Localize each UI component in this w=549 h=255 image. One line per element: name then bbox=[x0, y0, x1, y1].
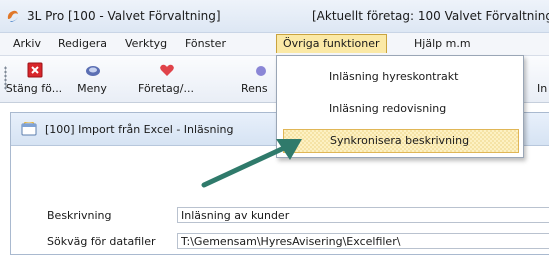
menu-fonster[interactable]: Fönster bbox=[185, 37, 226, 50]
menu-button[interactable]: Meny bbox=[62, 60, 122, 100]
close-form-button[interactable]: Stäng fö... bbox=[4, 60, 64, 100]
clean-icon bbox=[256, 66, 266, 76]
current-company: [Aktuellt företag: 100 Valvet Förvaltnin… bbox=[312, 9, 549, 23]
menu-item-label: Inläsning hyreskontrakt bbox=[329, 70, 459, 83]
menu-bar: Arkiv Redigera Verktyg Fönster Övriga fu… bbox=[0, 33, 549, 56]
menu-item-label: Inläsning redovisning bbox=[329, 102, 447, 115]
import-window-title: [100] Import från Excel - Inläsning bbox=[45, 123, 234, 136]
clean-button[interactable]: Rens bbox=[232, 60, 276, 100]
company-button-label: Företag/... bbox=[138, 82, 194, 95]
menu-item-inlasning-redovisning[interactable]: Inläsning redovisning bbox=[283, 98, 517, 120]
close-icon bbox=[27, 62, 43, 78]
menu-hjalp[interactable]: Hjälp m.m bbox=[414, 37, 471, 50]
description-field[interactable] bbox=[177, 207, 549, 223]
datafile-path-label: Sökväg för datafiler bbox=[47, 235, 156, 248]
description-label: Beskrivning bbox=[47, 209, 112, 222]
clean-button-label: Rens bbox=[241, 82, 268, 95]
window-title: 3L Pro [100 - Valvet Förvaltning] bbox=[27, 9, 221, 23]
app-logo-icon bbox=[7, 10, 18, 22]
ovriga-funktioner-dropdown: Inläsning hyreskontrakt Inläsning redovi… bbox=[276, 55, 524, 158]
menu-verktyg[interactable]: Verktyg bbox=[125, 37, 167, 50]
datafile-path-field[interactable] bbox=[177, 233, 549, 249]
company-button[interactable]: Företag/... bbox=[136, 60, 196, 100]
title-bar: 3L Pro [100 - Valvet Förvaltning] [Aktue… bbox=[0, 0, 549, 33]
menu-item-inlasning-hyreskontrakt[interactable]: Inläsning hyreskontrakt bbox=[283, 66, 517, 88]
menu-icon bbox=[86, 66, 100, 76]
import-button-label: In bbox=[537, 82, 548, 95]
import-button[interactable]: In bbox=[532, 60, 549, 100]
menu-item-label: Synkronisera beskrivning bbox=[330, 134, 470, 147]
menu-item-synkronisera-beskrivning[interactable]: Synkronisera beskrivning bbox=[283, 129, 519, 153]
close-form-label: Stäng fö... bbox=[5, 82, 63, 95]
menu-redigera[interactable]: Redigera bbox=[58, 37, 107, 50]
menu-arkiv[interactable]: Arkiv bbox=[13, 37, 41, 50]
window-icon bbox=[21, 122, 37, 136]
menu-ovriga-funktioner[interactable]: Övriga funktioner bbox=[276, 34, 387, 53]
heart-icon bbox=[160, 64, 174, 76]
menu-button-label: Meny bbox=[77, 82, 107, 95]
